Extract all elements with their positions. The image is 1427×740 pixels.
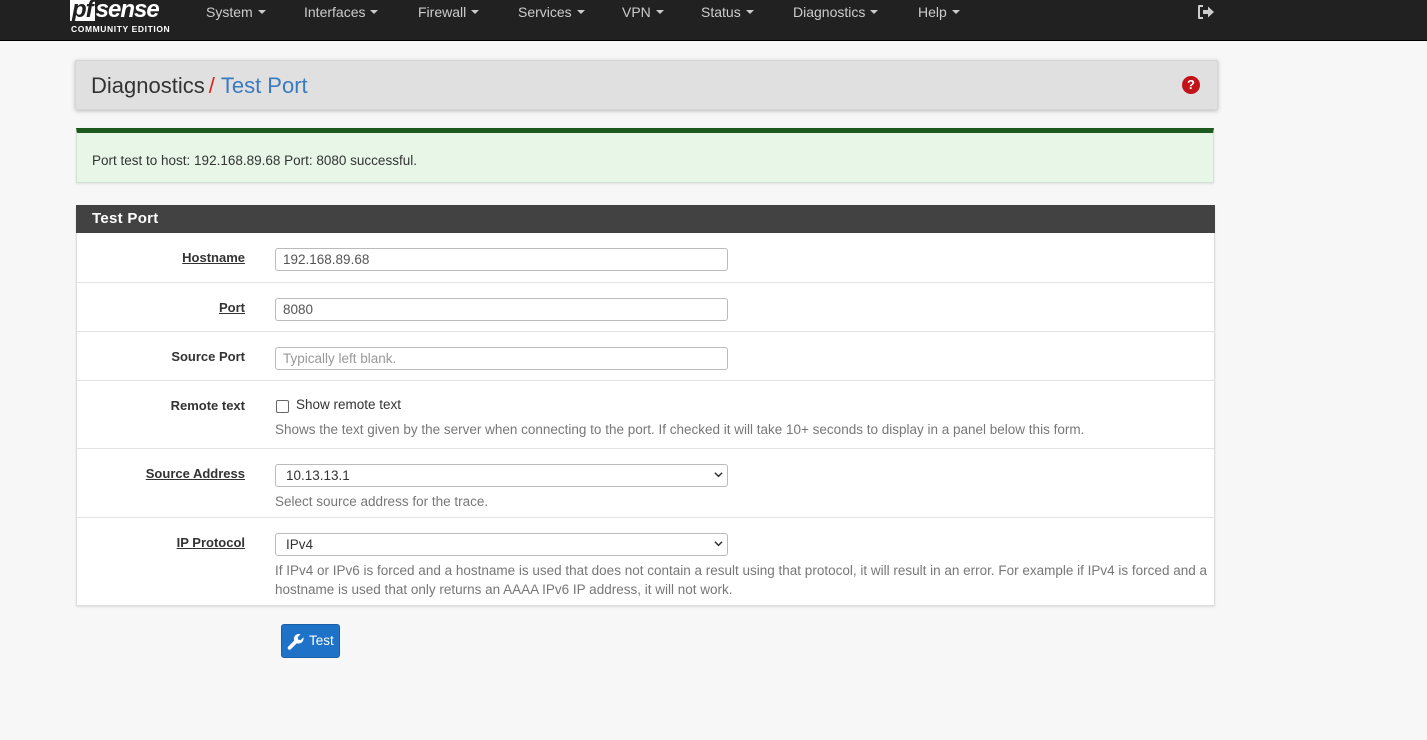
alert-message: Port test to host: 192.168.89.68 Port: 8…: [92, 153, 417, 168]
caret-down-icon: [370, 10, 379, 15]
sign-out-icon[interactable]: [1197, 4, 1217, 22]
source-address-label: Source Address: [145, 466, 245, 481]
nav-menu-help[interactable]: Help: [918, 0, 960, 26]
pfsense-logo[interactable]: pf sense COMMUNITY EDITION: [70, 0, 180, 36]
ip-protocol-hint: If IPv4 or IPv6 is forced and a hostname…: [275, 563, 1207, 597]
hostname-row: Hostname 192.168.89.68: [77, 233, 1214, 282]
nav-menu-label: Interfaces: [304, 4, 366, 20]
caret-down-icon: [576, 10, 585, 15]
nav-menu-label: Services: [518, 4, 572, 20]
nav-menu-system[interactable]: System: [206, 0, 266, 26]
question-circle-icon[interactable]: ?: [1182, 76, 1200, 94]
source-address-hint: Select source address for the trace.: [275, 494, 489, 509]
nav-menu-status[interactable]: Status: [701, 0, 754, 26]
nav-menu-vpn[interactable]: VPN: [622, 0, 664, 26]
ip-protocol-select[interactable]: IPv4: [275, 533, 728, 556]
source-address-value: 10.13.13.1: [286, 468, 350, 483]
nav-menu-firewall[interactable]: Firewall: [418, 0, 480, 26]
breadcrumb-separator: /: [208, 73, 215, 98]
logo-wordmark: pf sense: [70, 0, 160, 24]
panel-title: Test Port: [76, 205, 1215, 233]
nav-menu-label: VPN: [622, 4, 651, 20]
top-navbar: pf sense COMMUNITY EDITION System Interfa…: [0, 0, 1427, 41]
nav-menu-label: Firewall: [418, 4, 467, 20]
port-label: Port: [219, 300, 245, 315]
breadcrumb-parent: Diagnostics: [91, 73, 205, 98]
page-title: Diagnostics / Test Port: [91, 73, 308, 99]
show-remote-text-checkbox[interactable]: [276, 400, 289, 413]
source-port-row: Source Port Typically left blank.: [77, 331, 1214, 381]
caret-down-icon: [655, 10, 664, 15]
source-port-input[interactable]: Typically left blank.: [275, 347, 728, 370]
hostname-input[interactable]: 192.168.89.68: [275, 248, 728, 271]
test-port-panel: Test Port Hostname 192.168.89.68 Port 80…: [76, 205, 1215, 606]
nav-menu-label: Help: [918, 4, 947, 20]
remote-text-hint: Shows the text given by the server when …: [275, 422, 1085, 437]
logo-sense: sense: [95, 0, 160, 23]
source-address-select[interactable]: 10.13.13.1: [275, 464, 728, 487]
caret-down-icon: [870, 10, 879, 15]
success-alert: Port test to host: 192.168.89.68 Port: 8…: [76, 128, 1214, 183]
port-row: Port 8080: [77, 282, 1214, 332]
hostname-label: Hostname: [182, 250, 245, 265]
nav-menu-diagnostics[interactable]: Diagnostics: [793, 0, 879, 26]
test-button-label: Test: [309, 633, 334, 648]
show-remote-text-label[interactable]: Show remote text: [296, 397, 401, 412]
chevron-down-icon: [714, 472, 723, 478]
nav-menu-services[interactable]: Services: [518, 0, 585, 26]
caret-down-icon: [951, 10, 960, 15]
nav-menu-label: Diagnostics: [793, 4, 866, 20]
logo-edition: COMMUNITY EDITION: [71, 24, 171, 34]
wrench-icon: [287, 633, 304, 650]
breadcrumb: Diagnostics / Test Port ?: [75, 60, 1218, 110]
chevron-down-icon: [714, 541, 723, 547]
remote-text-label: Remote text: [170, 398, 245, 413]
nav-menu-interfaces[interactable]: Interfaces: [304, 0, 379, 26]
nav-menu-label: System: [206, 4, 253, 20]
test-button[interactable]: Test: [281, 624, 340, 658]
breadcrumb-current-link[interactable]: Test Port: [221, 73, 308, 98]
logo-pf: pf: [70, 0, 95, 23]
ip-protocol-label: IP Protocol: [176, 535, 245, 550]
source-address-row: Source Address 10.13.13.1 Select source …: [77, 448, 1214, 518]
caret-down-icon: [257, 10, 266, 15]
caret-down-icon: [745, 10, 754, 15]
nav-menu-label: Status: [701, 4, 741, 20]
port-input[interactable]: 8080: [275, 298, 728, 321]
caret-down-icon: [471, 10, 480, 15]
ip-protocol-value: IPv4: [286, 537, 314, 552]
source-port-label: Source Port: [171, 349, 245, 364]
ip-protocol-row: IP Protocol IPv4 If IPv4 or IPv6 is forc…: [77, 517, 1214, 606]
remote-text-row: Remote text Show remote text Shows the t…: [77, 380, 1214, 449]
